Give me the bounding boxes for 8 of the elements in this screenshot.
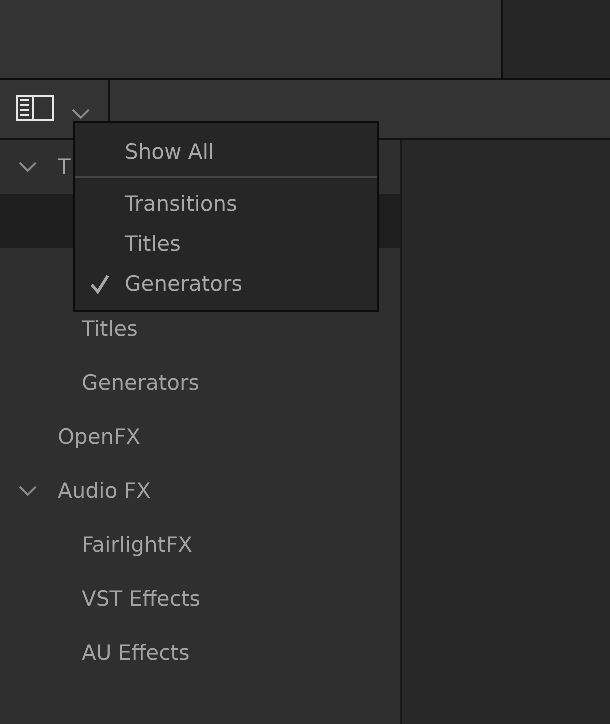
tree-label: VST Effects <box>82 587 201 611</box>
tree-label: Audio FX <box>58 479 151 503</box>
tree-label: Titles <box>82 317 138 341</box>
tree-label: AU Effects <box>82 641 190 665</box>
tree-label: T <box>58 155 71 179</box>
tree-label: Generators <box>82 371 200 395</box>
tree-label: OpenFX <box>58 425 141 449</box>
tree-label: FairlightFX <box>82 533 192 557</box>
